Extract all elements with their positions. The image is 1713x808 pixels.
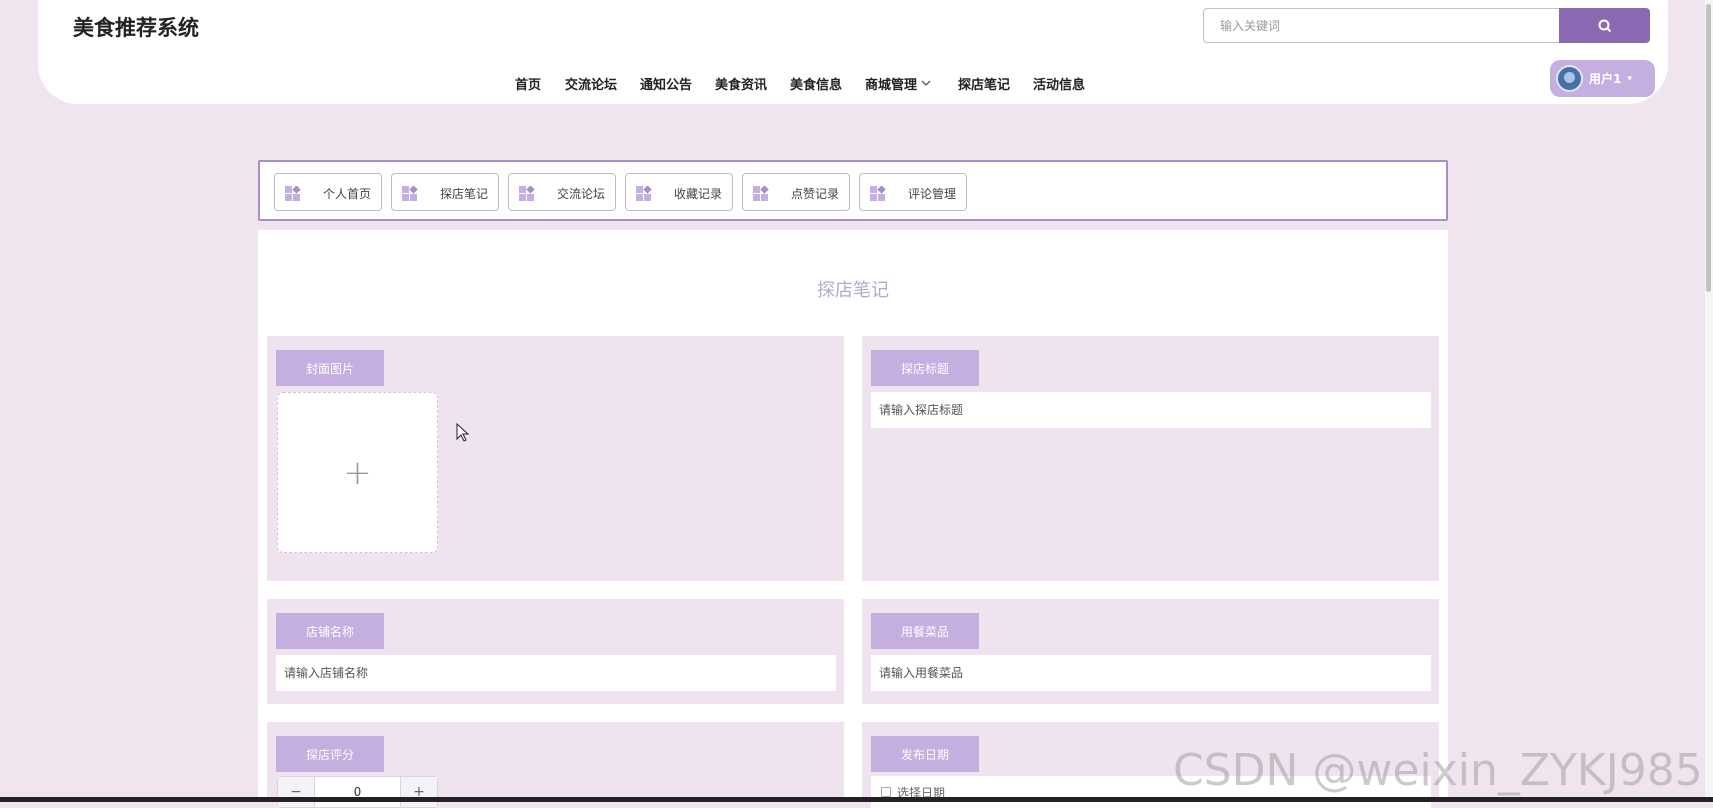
scrollbar-thumb[interactable] — [1706, 4, 1711, 292]
form-panel: 探店笔记 封面图片 + 探店标题 店铺名称 用餐菜品 探店评分 − 0 + 发布… — [258, 230, 1448, 808]
caret-down-icon: ▾ — [1627, 73, 1632, 84]
shop-name-label: 店铺名称 — [276, 613, 384, 649]
title-input[interactable] — [871, 392, 1431, 428]
nav-item-notice[interactable]: 通知公告 — [640, 74, 692, 93]
nav-item-store-notes[interactable]: 探店笔记 — [958, 74, 1010, 93]
cover-image-card: 封面图片 + — [267, 336, 844, 581]
nav-item-mall[interactable]: 商城管理 — [865, 74, 931, 93]
dishes-card: 用餐菜品 — [862, 599, 1439, 704]
title-card: 探店标题 — [862, 336, 1439, 581]
page-title: 探店笔记 — [817, 280, 889, 301]
search-icon — [1598, 19, 1611, 32]
tab-likes[interactable]: 点赞记录 — [742, 173, 850, 211]
plus-icon: + — [343, 452, 372, 493]
user-menu-button[interactable]: 用户1 ▾ — [1550, 60, 1655, 97]
grid-icon — [636, 186, 652, 201]
search-button[interactable] — [1559, 8, 1650, 43]
grid-icon — [753, 186, 769, 201]
search-input[interactable] — [1203, 8, 1559, 43]
mouse-cursor-icon — [456, 423, 470, 442]
grid-icon — [519, 186, 535, 201]
nav-item-home[interactable]: 首页 — [515, 74, 541, 93]
main-nav: 首页 交流论坛 通知公告 美食资讯 美食信息 商城管理 探店笔记 活动信息 — [38, 68, 1668, 96]
dishes-label: 用餐菜品 — [871, 613, 979, 649]
rating-stepper: − 0 + — [277, 776, 438, 808]
tab-forum[interactable]: 交流论坛 — [508, 173, 616, 211]
tab-personal-home[interactable]: 个人首页 — [274, 173, 382, 211]
avatar — [1556, 65, 1583, 92]
user-center-tabs: 个人首页 探店笔记 交流论坛 收藏记录 点赞记录 评论管理 — [258, 160, 1448, 221]
grid-icon — [285, 186, 301, 201]
site-title: 美食推荐系统 — [73, 16, 199, 40]
watermark: CSDN @weixin_ZYKJ985 — [1173, 745, 1703, 796]
user-label: 用户1 — [1589, 72, 1622, 86]
search-bar — [1203, 8, 1650, 43]
cover-image-label: 封面图片 — [276, 350, 384, 386]
grid-icon — [402, 186, 418, 201]
bottom-edge — [0, 797, 1713, 802]
shop-name-input[interactable] — [276, 655, 836, 691]
nav-item-activities[interactable]: 活动信息 — [1033, 74, 1085, 93]
decrement-button[interactable]: − — [278, 777, 315, 807]
title-label: 探店标题 — [871, 350, 979, 386]
tab-store-notes[interactable]: 探店笔记 — [391, 173, 499, 211]
image-uploader[interactable]: + — [277, 392, 438, 553]
grid-icon — [870, 186, 886, 201]
publish-date-label: 发布日期 — [871, 736, 979, 772]
rating-card: 探店评分 − 0 + — [267, 722, 844, 808]
increment-button[interactable]: + — [400, 777, 437, 807]
nav-item-food-news[interactable]: 美食资讯 — [715, 74, 767, 93]
shop-name-card: 店铺名称 — [267, 599, 844, 704]
tab-favorites[interactable]: 收藏记录 — [625, 173, 733, 211]
rating-value[interactable]: 0 — [314, 777, 401, 807]
nav-item-forum[interactable]: 交流论坛 — [565, 74, 617, 93]
rating-label: 探店评分 — [276, 736, 384, 772]
tab-comments[interactable]: 评论管理 — [859, 173, 967, 211]
chevron-down-icon — [921, 80, 931, 86]
nav-item-food-info[interactable]: 美食信息 — [790, 74, 842, 93]
header: 美食推荐系统 首页 交流论坛 通知公告 美食资讯 美食信息 商城管理 探店笔记 … — [38, 0, 1668, 104]
calendar-icon — [881, 787, 891, 797]
dishes-input[interactable] — [871, 655, 1431, 691]
